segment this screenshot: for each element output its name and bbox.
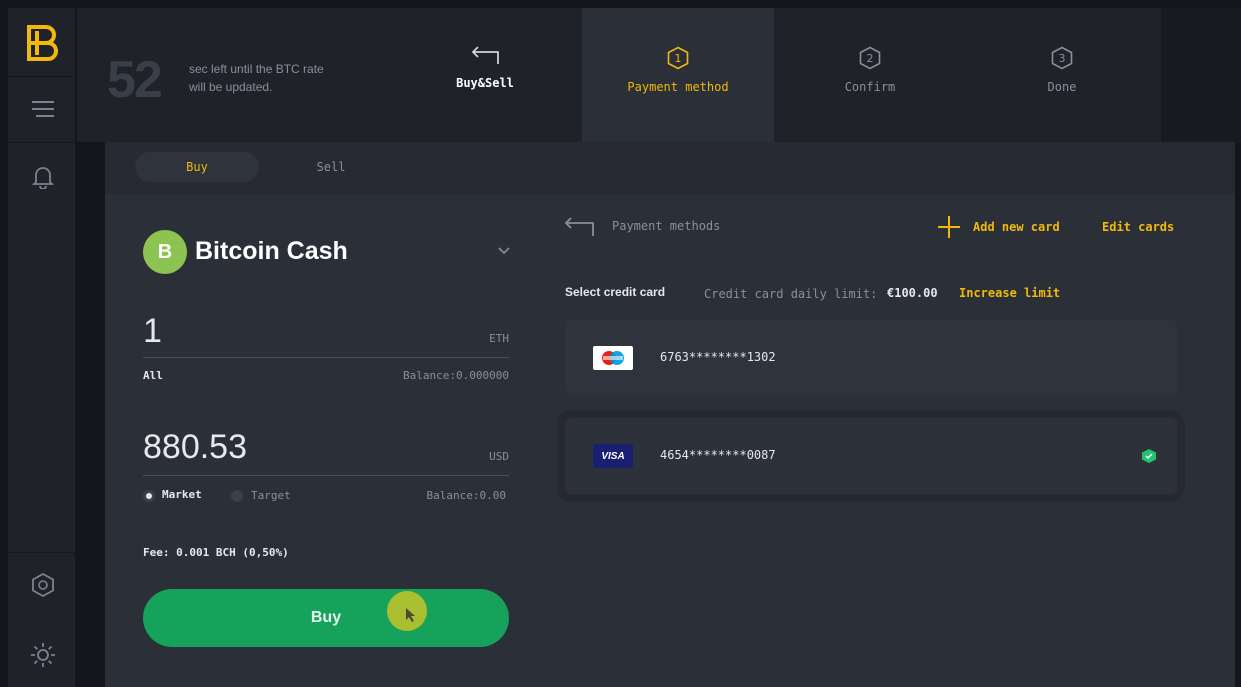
- select-card-label: Select credit card: [565, 285, 666, 299]
- svg-text:1: 1: [675, 52, 682, 65]
- step-label: Buy&Sell: [456, 76, 514, 90]
- svg-text:2: 2: [867, 52, 874, 65]
- trade-panel: Buy Sell B Bitcoin Cash 1 ETH All Balanc…: [105, 142, 1235, 687]
- buy-button-label: Buy: [310, 609, 342, 626]
- back-arrow-icon[interactable]: [563, 214, 595, 238]
- sun-icon[interactable]: [26, 638, 60, 672]
- fiat-amount-field[interactable]: 880.53 USD: [143, 424, 509, 476]
- tab-buy[interactable]: Buy: [135, 152, 259, 182]
- bitcoin-cash-icon: B: [143, 230, 187, 274]
- market-label: Market: [162, 488, 202, 501]
- fiat-amount-value: 880.53: [143, 428, 247, 466]
- bell-icon[interactable]: [26, 160, 60, 194]
- check-shield-icon: [1142, 449, 1156, 463]
- market-radio[interactable]: [143, 490, 155, 502]
- pointer-icon: [406, 608, 415, 622]
- security-hexagon-icon[interactable]: [26, 568, 60, 602]
- step-buy-sell[interactable]: Buy&Sell: [389, 8, 581, 142]
- card-number: 6763********1302: [660, 350, 776, 364]
- buy-button[interactable]: Buy: [143, 589, 509, 647]
- mouse-cursor-indicator: [387, 591, 427, 631]
- timer-text: sec left until the BTC rate will be upda…: [189, 62, 324, 94]
- add-new-card-link[interactable]: Add new card: [973, 220, 1060, 234]
- edit-cards-link[interactable]: Edit cards: [1102, 220, 1174, 234]
- step-payment-method[interactable]: 1 Payment method: [582, 8, 774, 142]
- top-right-area: [1161, 8, 1241, 142]
- visa-card-icon: VISA: [593, 444, 633, 468]
- fee-text: Fee: 0.001 BCH (0,50%): [143, 546, 289, 559]
- maestro-card-icon: [593, 346, 633, 370]
- menu-icon[interactable]: [26, 92, 60, 126]
- svg-text:3: 3: [1059, 52, 1066, 65]
- payment-methods-title: Payment methods: [612, 219, 721, 233]
- back-arrow-icon: [471, 46, 499, 64]
- step-3-hexagon-icon: 3: [1051, 46, 1073, 70]
- plus-icon[interactable]: [937, 215, 961, 239]
- crypto-amount-value: 1: [143, 312, 162, 350]
- crypto-balance: Balance:0.000000: [403, 369, 509, 382]
- fiat-unit: USD: [489, 450, 509, 463]
- rate-timer: 52 sec left until the BTC rate will be u…: [77, 8, 389, 142]
- crypto-unit: ETH: [489, 332, 509, 345]
- step-done[interactable]: 3 Done: [966, 8, 1158, 142]
- step-label: Done: [1047, 80, 1077, 94]
- crypto-amount-field[interactable]: 1 ETH: [143, 308, 509, 358]
- card-row[interactable]: VISA 4654********0087: [565, 418, 1177, 494]
- top-bar: 52 sec left until the BTC rate will be u…: [77, 8, 1161, 142]
- step-confirm[interactable]: 2 Confirm: [774, 8, 966, 142]
- tab-sell[interactable]: Sell: [269, 152, 393, 182]
- step-1-hexagon-icon: 1: [667, 46, 689, 70]
- fiat-balance: Balance:0.00: [426, 489, 506, 502]
- timer-seconds: 52: [107, 51, 163, 109]
- increase-limit-link[interactable]: Increase limit: [959, 286, 1060, 300]
- target-radio[interactable]: [231, 490, 243, 502]
- sidebar: [8, 8, 76, 687]
- app-logo[interactable]: [26, 24, 60, 62]
- card-number: 4654********0087: [660, 448, 776, 462]
- buy-sell-tabs: Buy Sell: [105, 142, 1235, 194]
- step-label: Confirm: [844, 80, 896, 94]
- step-label: Payment method: [627, 80, 729, 94]
- daily-limit-label: Credit card daily limit:: [704, 287, 878, 301]
- coin-name[interactable]: Bitcoin Cash: [195, 237, 348, 266]
- daily-limit-value: €100.00: [887, 286, 938, 300]
- step-2-hexagon-icon: 2: [859, 46, 881, 70]
- all-button[interactable]: All: [143, 369, 163, 382]
- target-label: Target: [251, 489, 291, 502]
- chevron-down-icon[interactable]: [497, 244, 511, 258]
- card-row[interactable]: 6763********1302: [565, 320, 1177, 396]
